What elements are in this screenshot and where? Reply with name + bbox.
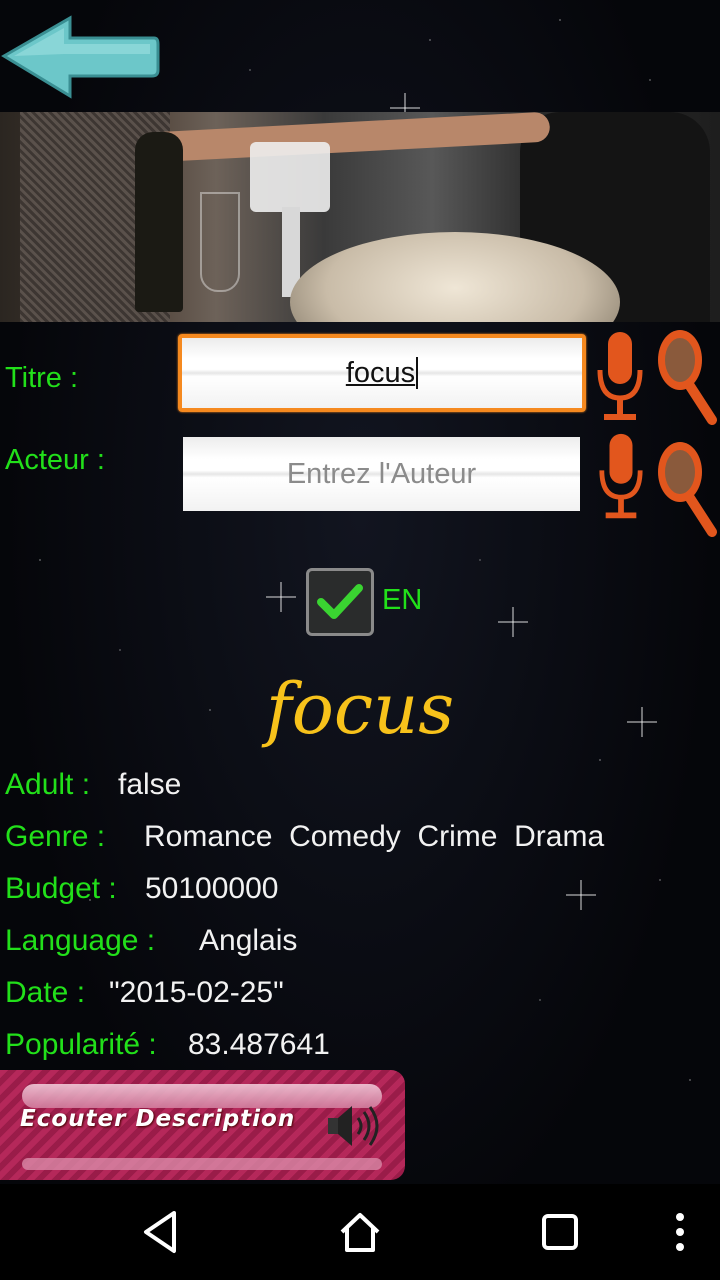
- english-checkbox[interactable]: [306, 568, 374, 636]
- title-input-value: focus: [345, 356, 416, 389]
- listen-description-button[interactable]: Ecouter Description: [0, 1070, 405, 1180]
- microphone-icon: [599, 433, 643, 519]
- star-sparkle: [566, 880, 596, 910]
- nav-home-icon: [340, 1213, 380, 1252]
- app-screen: Titre : focus Acteur : Entrez l'Auteur E…: [0, 0, 720, 1280]
- language-value: Anglais: [199, 924, 298, 957]
- date-value: "2015-02-25": [109, 976, 284, 1009]
- english-checkbox-label: EN: [382, 584, 423, 616]
- overflow-menu-icon: [676, 1213, 684, 1251]
- genre-value: Romance Comedy Crime Drama: [144, 820, 605, 853]
- star-sparkle: [498, 607, 528, 637]
- microphone-icon: [597, 332, 643, 420]
- overflow-menu-button[interactable]: [660, 1184, 700, 1280]
- star-sparkle: [266, 582, 296, 612]
- author-input[interactable]: Entrez l'Auteur: [183, 437, 580, 511]
- system-navigation-bar: [0, 1184, 720, 1280]
- title-label: Titre :: [5, 362, 79, 394]
- checkmark-icon: [317, 584, 363, 619]
- author-label: Acteur :: [5, 444, 105, 476]
- author-voice-button[interactable]: [598, 432, 644, 528]
- budget-label: Budget :: [5, 872, 117, 905]
- language-label: Language :: [5, 924, 156, 957]
- popularity-label: Popularité :: [5, 1028, 157, 1061]
- magnifier-icon: [658, 442, 717, 537]
- author-input-placeholder: Entrez l'Auteur: [286, 457, 477, 490]
- popularity-value: 83.487641: [188, 1028, 330, 1061]
- listen-description-label: Ecouter Description: [20, 1106, 296, 1132]
- magnifier-icon: [658, 330, 717, 425]
- genre-label: Genre :: [5, 820, 106, 853]
- title-voice-button[interactable]: [596, 332, 644, 428]
- adult-value: false: [118, 768, 182, 801]
- back-arrow-icon: [1, 15, 160, 99]
- nav-home-button[interactable]: [320, 1184, 400, 1280]
- author-search-button[interactable]: [654, 438, 718, 542]
- text-cursor: [416, 357, 419, 389]
- title-search-button[interactable]: [654, 326, 718, 430]
- back-button[interactable]: [0, 14, 160, 100]
- movie-banner-image: [0, 112, 720, 322]
- budget-value: 50100000: [145, 872, 279, 905]
- nav-recents-icon: [542, 1214, 578, 1250]
- nav-back-button[interactable]: [120, 1184, 200, 1280]
- date-label: Date :: [5, 976, 86, 1009]
- nav-back-icon: [144, 1211, 176, 1253]
- speaker-icon: [328, 1106, 379, 1146]
- adult-label: Adult :: [5, 768, 91, 801]
- nav-recents-button[interactable]: [520, 1184, 600, 1280]
- movie-title: focus: [265, 668, 455, 750]
- title-input[interactable]: focus: [178, 334, 586, 412]
